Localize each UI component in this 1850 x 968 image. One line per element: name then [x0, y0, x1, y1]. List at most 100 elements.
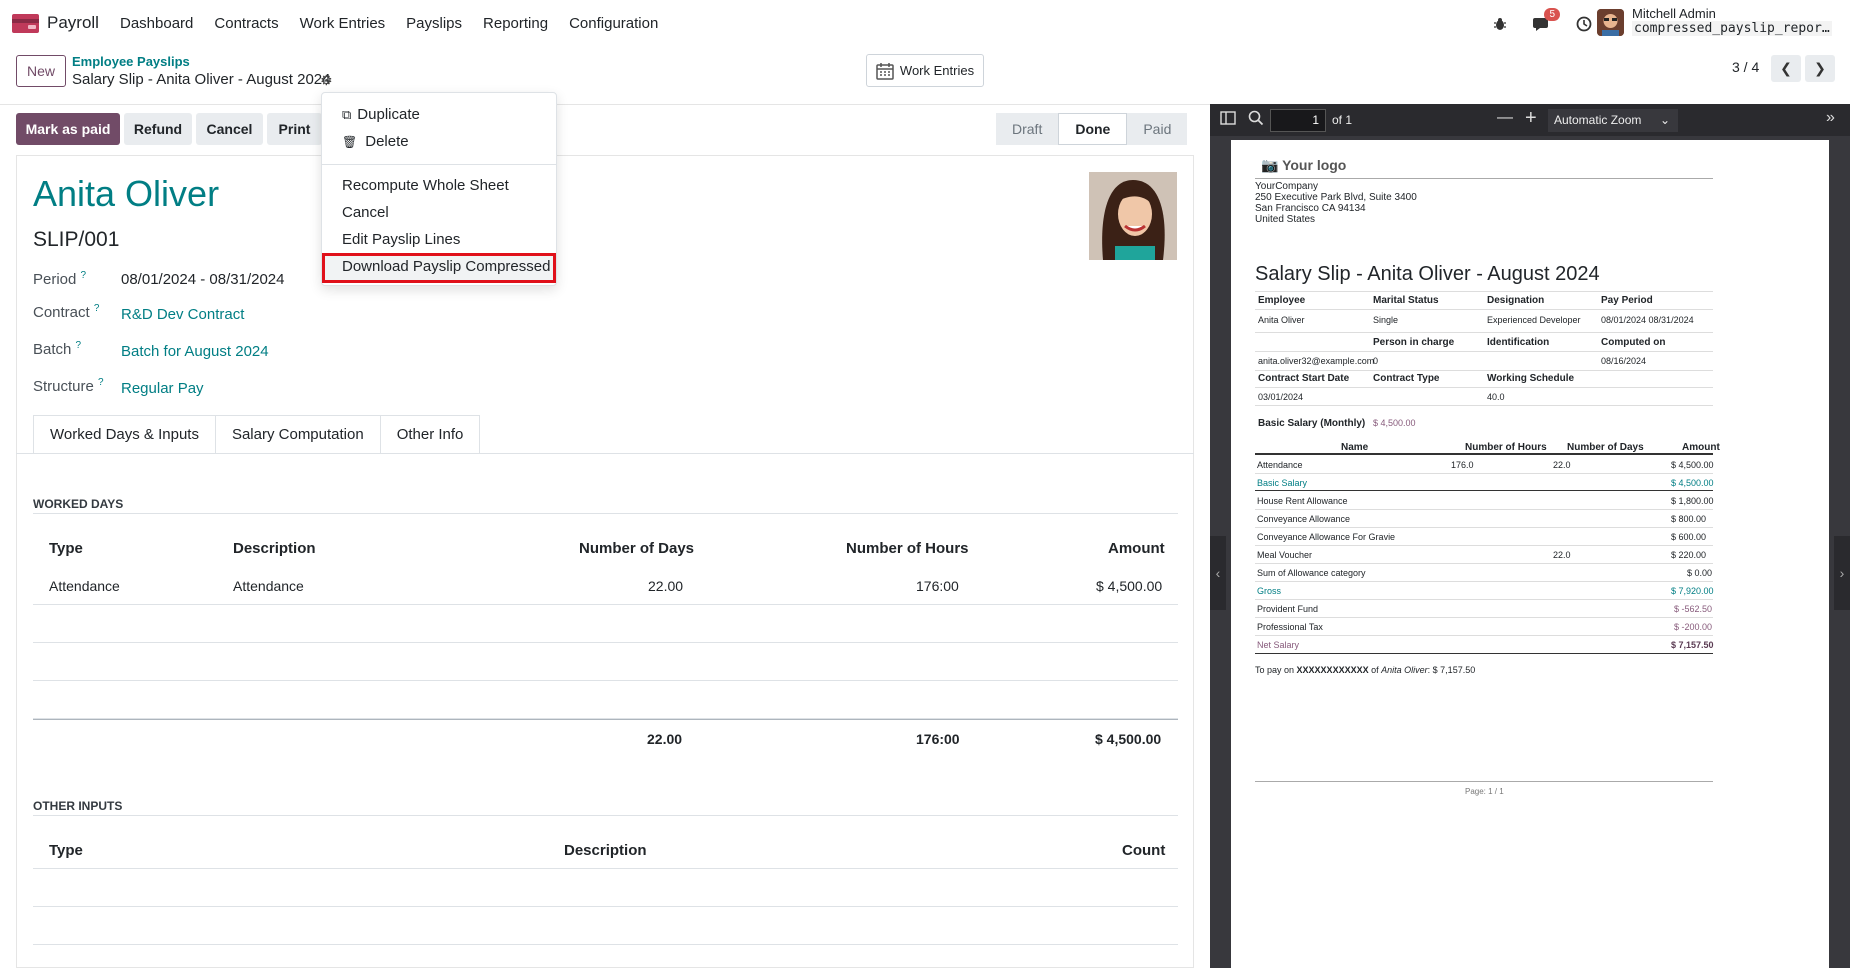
section-divider: [33, 513, 1178, 514]
status-done[interactable]: Done: [1058, 113, 1128, 145]
cancel-button[interactable]: Cancel: [196, 113, 263, 145]
info-value: 40.0: [1487, 392, 1505, 402]
menu-work-entries[interactable]: Work Entries: [300, 15, 386, 32]
app-name[interactable]: Payroll: [47, 13, 99, 33]
company-country: United States: [1255, 214, 1316, 225]
pdf-zoom-select[interactable]: Automatic Zoom ⌄: [1548, 109, 1678, 132]
edit-payslip-lines-menu-item[interactable]: Edit Payslip Lines: [342, 231, 460, 248]
column-header-type[interactable]: Type: [49, 842, 83, 859]
chat-icon[interactable]: 5: [1530, 8, 1560, 36]
pdf-page-number-input[interactable]: 1: [1270, 109, 1326, 132]
menu-configuration[interactable]: Configuration: [569, 15, 658, 32]
info-header: Marital Status: [1373, 295, 1439, 306]
total-days: 22.00: [647, 731, 683, 747]
menu-dashboard[interactable]: Dashboard: [120, 15, 193, 32]
menu-separator: [322, 164, 556, 165]
section-divider: [33, 815, 1178, 816]
help-icon[interactable]: ?: [76, 340, 82, 351]
delete-menu-item[interactable]: 🗑 Delete: [342, 133, 409, 150]
menu-payslips[interactable]: Payslips: [406, 15, 462, 32]
menu-reporting[interactable]: Reporting: [483, 15, 548, 32]
zoom-out-icon[interactable]: —: [1497, 109, 1513, 127]
mark-as-paid-button[interactable]: Mark as paid: [16, 113, 120, 145]
clock-icon[interactable]: [1572, 12, 1596, 36]
help-icon[interactable]: ?: [94, 303, 100, 314]
tools-double-chevron-icon[interactable]: »: [1826, 109, 1835, 127]
calendar-icon: [876, 62, 894, 80]
line-divider: [1255, 473, 1713, 474]
info-value: anita.oliver32@example.com: [1258, 356, 1375, 366]
camera-icon: 📷: [1261, 157, 1279, 173]
column-header-type[interactable]: Type: [49, 540, 83, 557]
recompute-menu-item[interactable]: Recompute Whole Sheet: [342, 177, 509, 194]
work-entries-label: Work Entries: [899, 63, 975, 78]
lines-header-hours: Number of Hours: [1465, 442, 1547, 453]
menu-contracts[interactable]: Contracts: [214, 15, 278, 32]
line-divider: [1255, 653, 1713, 654]
column-header-amount[interactable]: Amount: [1108, 540, 1165, 557]
row-divider: [33, 604, 1178, 605]
company-city: San Francisco CA 94134: [1255, 203, 1366, 214]
status-paid[interactable]: Paid: [1127, 113, 1188, 145]
duplicate-menu-item[interactable]: ⧉ Duplicate: [342, 106, 420, 123]
tab-other-info[interactable]: Other Info: [379, 415, 481, 454]
new-button[interactable]: New: [16, 55, 66, 87]
work-entries-button[interactable]: Work Entries: [866, 54, 984, 87]
search-icon[interactable]: [1248, 110, 1264, 131]
pager-next-button[interactable]: ❯: [1805, 55, 1835, 82]
batch-value[interactable]: Batch for August 2024: [121, 343, 269, 360]
info-header: Identification: [1487, 337, 1550, 348]
print-button[interactable]: Print: [267, 113, 322, 145]
gear-icon[interactable]: ⚙: [320, 72, 333, 89]
contract-label: Contract ?: [33, 303, 100, 321]
info-header: Person in charge: [1373, 337, 1455, 348]
structure-label: Structure ?: [33, 377, 104, 395]
row-description: Attendance: [233, 578, 304, 594]
column-header-hours[interactable]: Number of Hours: [846, 540, 969, 557]
chevron-down-icon: ⌄: [1659, 113, 1670, 127]
period-value[interactable]: 08/01/2024 - 08/31/2024: [121, 271, 284, 288]
pdf-prev-arrow[interactable]: ‹: [1210, 536, 1226, 610]
column-header-description[interactable]: Description: [564, 842, 647, 859]
info-line: [1255, 291, 1713, 292]
to-pay-sentence: To pay on XXXXXXXXXXXX of Anita Oliver: …: [1255, 665, 1476, 675]
info-header: Computed on: [1601, 337, 1666, 348]
pdf-next-arrow[interactable]: ›: [1834, 536, 1850, 610]
info-line: [1255, 405, 1713, 406]
breadcrumb-employee-payslips[interactable]: Employee Payslips: [72, 54, 190, 69]
batch-label: Batch ?: [33, 340, 82, 358]
download-payslip-compressed-menu-item[interactable]: Download Payslip Compressed: [342, 258, 550, 275]
help-icon[interactable]: ?: [98, 377, 104, 388]
database-name: compressed_payslip_repor…: [1632, 21, 1832, 36]
help-icon[interactable]: ?: [81, 270, 87, 281]
contract-value[interactable]: R&D Dev Contract: [121, 306, 244, 323]
footer-divider: [1255, 781, 1713, 782]
info-header: Designation: [1487, 295, 1545, 306]
pager-value[interactable]: 3 / 4: [1732, 59, 1759, 75]
structure-value[interactable]: Regular Pay: [121, 380, 204, 397]
tab-worked-days-inputs[interactable]: Worked Days & Inputs: [33, 415, 216, 454]
column-header-count[interactable]: Count: [1122, 842, 1165, 859]
refund-button[interactable]: Refund: [124, 113, 192, 145]
payroll-app-icon[interactable]: [12, 14, 39, 33]
bug-icon[interactable]: [1488, 12, 1512, 36]
info-value: 08/01/2024 08/31/2024: [1601, 315, 1694, 325]
line-divider: [1255, 635, 1713, 636]
info-value: 03/01/2024: [1258, 392, 1304, 402]
zoom-in-icon[interactable]: +: [1525, 107, 1537, 130]
user-avatar[interactable]: [1597, 9, 1624, 36]
info-line: [1255, 332, 1713, 333]
lines-header-amount: Amount: [1682, 442, 1720, 453]
period-label: Period ?: [33, 270, 87, 288]
cancel-menu-item[interactable]: Cancel: [342, 204, 389, 221]
info-header: Contract Type: [1373, 373, 1440, 384]
sidebar-toggle-icon[interactable]: [1220, 110, 1236, 131]
tab-salary-computation[interactable]: Salary Computation: [214, 415, 381, 454]
pager-previous-button[interactable]: ❮: [1771, 55, 1801, 82]
chevron-left-icon: ❮: [1780, 60, 1792, 76]
column-header-days[interactable]: Number of Days: [579, 540, 694, 557]
user-name[interactable]: Mitchell Admin: [1632, 6, 1716, 21]
info-value: 08/16/2024: [1601, 356, 1647, 366]
status-draft[interactable]: Draft: [996, 113, 1059, 145]
column-header-description[interactable]: Description: [233, 540, 316, 557]
